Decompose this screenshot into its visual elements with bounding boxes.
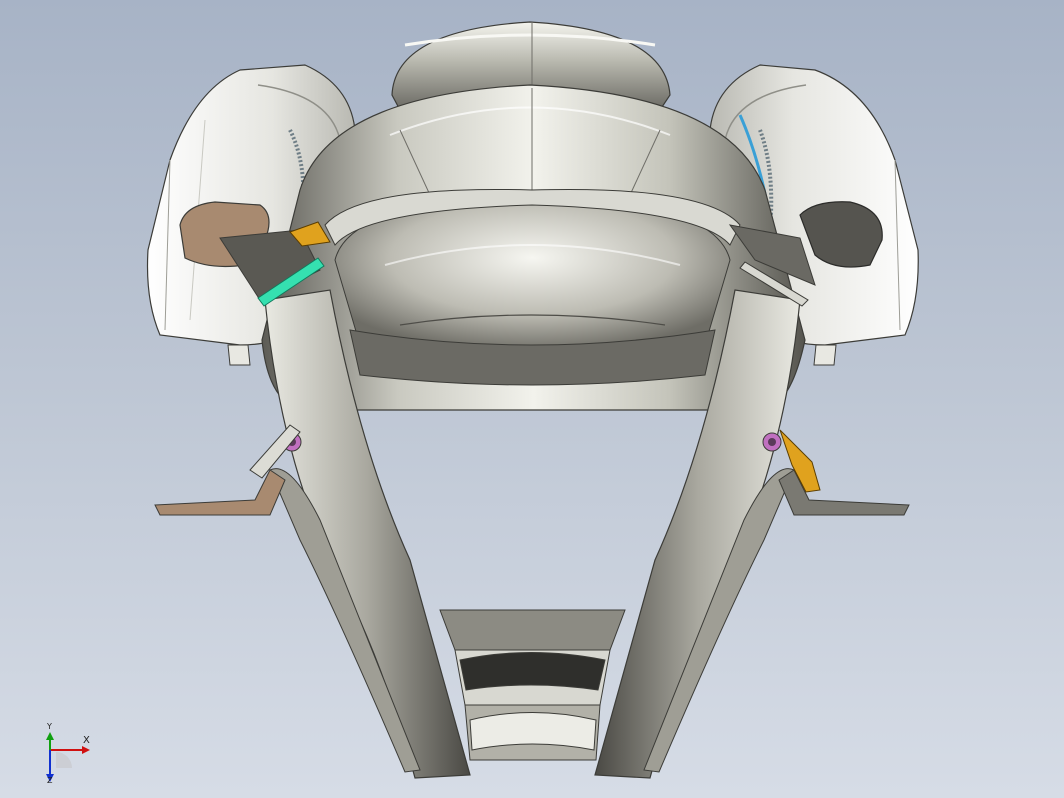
coordinate-triad: X Y Z <box>38 722 98 788</box>
crown-strap-cross[interactable] <box>439 609 626 761</box>
axis-y-label: Y <box>47 722 52 731</box>
right-latch[interactable] <box>813 344 837 366</box>
axis-x-label: X <box>83 735 90 746</box>
axis-z-label: Z <box>47 776 53 785</box>
inner-cavity <box>334 194 731 386</box>
cad-viewport[interactable]: X Y Z <box>0 0 1064 798</box>
respirator-model[interactable] <box>0 0 1064 798</box>
left-latch[interactable] <box>227 344 251 366</box>
